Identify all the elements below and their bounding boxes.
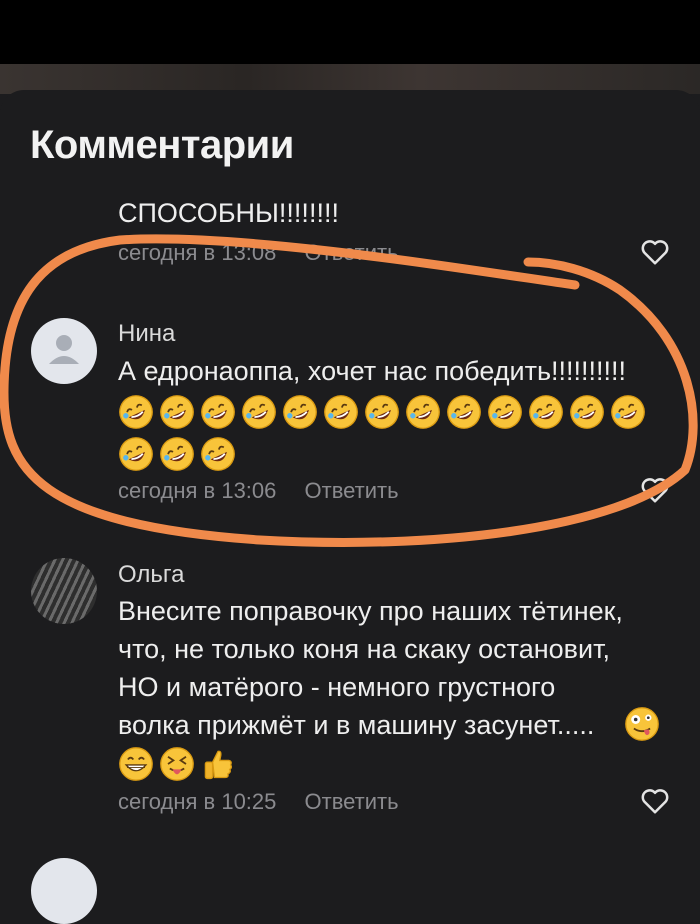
comment-2-meta: сегодня в 13:06 Ответить <box>118 478 399 504</box>
comment-3-meta: сегодня в 10:25 Ответить <box>118 789 399 815</box>
top-black-bar <box>0 0 700 64</box>
person-icon <box>49 335 79 364</box>
comment-3-reply-button[interactable]: Ответить <box>305 789 399 814</box>
thumbs-up-emoji-icon <box>204 750 232 780</box>
page-title: Комментарии <box>30 123 294 167</box>
rofl-emoji-icon <box>283 395 317 429</box>
comment-2-emoji-row-1 <box>118 394 646 430</box>
comment-3-time: сегодня в 10:25 <box>118 789 277 814</box>
comment-2-emoji-row-2 <box>118 436 236 472</box>
zany-face-emoji-icon <box>625 707 659 741</box>
rofl-emoji-icon <box>611 395 645 429</box>
comment-2-reply-button[interactable]: Ответить <box>305 478 399 503</box>
rofl-emoji-icon <box>406 395 440 429</box>
rofl-emoji-icon <box>119 437 153 471</box>
comment-2-text: А едронаоппа, хочет нас победить!!!!!!!!… <box>118 356 627 386</box>
comment-1-reply-button[interactable]: Ответить <box>305 240 399 265</box>
comment-2-time: сегодня в 13:06 <box>118 478 277 503</box>
heart-outline-icon[interactable] <box>640 787 670 815</box>
avatar[interactable] <box>31 558 97 624</box>
avatar[interactable] <box>31 318 97 384</box>
rofl-emoji-icon <box>529 395 563 429</box>
rofl-emoji-icon <box>447 395 481 429</box>
rofl-emoji-icon <box>242 395 276 429</box>
rofl-emoji-icon <box>160 395 194 429</box>
rofl-emoji-icon <box>160 437 194 471</box>
rofl-emoji-icon <box>201 437 235 471</box>
heart-outline-icon[interactable] <box>640 238 670 266</box>
comment-1-text: СПОСОБНЫ!!!!!!!! <box>118 198 339 228</box>
comment-3-text-line-3: НО и матёрого - немного грустного <box>118 672 556 702</box>
heart-outline-icon[interactable] <box>640 476 670 504</box>
comment-2-author[interactable]: Нина <box>118 320 175 348</box>
rofl-emoji-icon <box>201 395 235 429</box>
comment-3-author[interactable]: Ольга <box>118 561 184 589</box>
rofl-emoji-icon <box>570 395 604 429</box>
comment-1-time: сегодня в 13:08 <box>118 240 277 265</box>
comment-3-text-line-2: что, не только коня на скаку остановит, <box>118 634 610 664</box>
comment-3-emoji-row <box>118 746 236 782</box>
rofl-emoji-icon <box>119 395 153 429</box>
rofl-emoji-icon <box>488 395 522 429</box>
comment-1-meta: сегодня в 13:08 Ответить <box>118 240 399 266</box>
squinting-tongue-face-emoji-icon <box>160 747 194 781</box>
rofl-emoji-icon <box>324 395 358 429</box>
rofl-emoji-icon <box>365 395 399 429</box>
comment-3-text-line-1: Внесите поправочку про наших тётинек, <box>118 596 623 626</box>
grinning-face-emoji-icon <box>119 747 153 781</box>
avatar <box>31 858 97 924</box>
comment-3-text-line-4: волка прижмёт и в машину засунет..... <box>118 710 595 740</box>
